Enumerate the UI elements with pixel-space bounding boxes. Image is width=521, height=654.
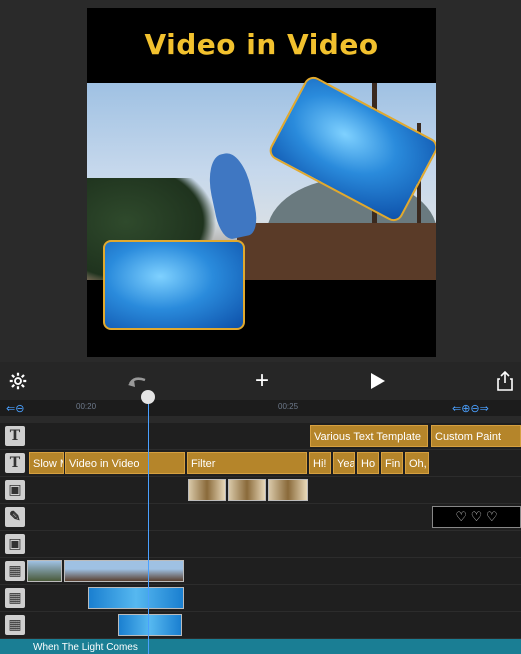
time-label: 00:20 [76, 402, 97, 411]
zoom-out-icon[interactable]: ⇐⊖ [6, 402, 24, 415]
text-clip[interactable]: Fin [381, 452, 403, 474]
text-track: T Slow M Video in Video Filter Hi! I Yea… [0, 450, 521, 477]
image-layer-icon[interactable]: ▣ [5, 534, 25, 554]
paint-track: ✎ ♡ ♡ ♡ [0, 504, 521, 531]
playhead-handle[interactable] [141, 390, 155, 404]
video-preview[interactable]: Video in Video [87, 8, 436, 357]
text-clip[interactable]: Oh, [405, 452, 429, 474]
overlay-video-bottom[interactable] [103, 240, 245, 330]
text-clip[interactable]: Hi! I [309, 452, 331, 474]
playhead-line [148, 398, 149, 654]
text-clip[interactable]: Yea [333, 452, 355, 474]
editor-toolbar: + [0, 362, 521, 400]
add-button[interactable]: + [251, 362, 273, 400]
text-clip[interactable]: Slow M [29, 452, 64, 474]
ship-hull [237, 223, 436, 280]
text-layer-icon[interactable]: T [5, 453, 25, 473]
video-track: ▦ [0, 585, 521, 612]
video-track: ▦ [0, 558, 521, 585]
video-layer-icon[interactable]: ▦ [5, 615, 25, 635]
preview-title: Video in Video [144, 28, 379, 61]
text-layer-icon[interactable]: T [5, 426, 25, 446]
video-clip[interactable] [64, 560, 184, 582]
audio-clip-label: When The Light Comes [33, 642, 138, 653]
video-clip[interactable] [27, 560, 62, 582]
text-clip[interactable]: Various Text Template [310, 425, 428, 447]
image-clip[interactable] [268, 479, 308, 501]
image-clip[interactable] [188, 479, 226, 501]
video-layer-icon[interactable]: ▦ [5, 588, 25, 608]
image-clip[interactable] [228, 479, 266, 501]
video-clip[interactable] [88, 587, 184, 609]
text-clip[interactable]: Ho [357, 452, 379, 474]
paint-clip[interactable]: ♡ ♡ ♡ [432, 506, 521, 528]
text-clip[interactable]: Custom Paint [431, 425, 521, 447]
text-track: T Various Text Template Custom Paint [0, 423, 521, 450]
play-icon[interactable] [367, 362, 389, 400]
audio-track[interactable]: When The Light Comes [0, 639, 521, 654]
video-layer-icon[interactable]: ▦ [5, 561, 25, 581]
image-layer-icon[interactable]: ▣ [5, 480, 25, 500]
gear-icon[interactable] [6, 362, 30, 400]
timeline-ruler[interactable]: ⇐⊖ 00:20 00:25 ⇐⊕⊖⇒ [0, 400, 521, 416]
image-track: ▣ [0, 477, 521, 504]
paint-layer-icon[interactable]: ✎ [5, 507, 25, 527]
text-clip[interactable]: Filter [187, 452, 307, 474]
time-label: 00:25 [278, 402, 299, 411]
share-icon[interactable] [494, 362, 516, 400]
text-clip[interactable]: Video in Video [65, 452, 185, 474]
zoom-in-icon[interactable]: ⇐⊕⊖⇒ [452, 402, 489, 415]
video-clip[interactable] [118, 614, 182, 636]
video-track: ▦ [0, 612, 521, 639]
image-track: ▣ [0, 531, 521, 558]
